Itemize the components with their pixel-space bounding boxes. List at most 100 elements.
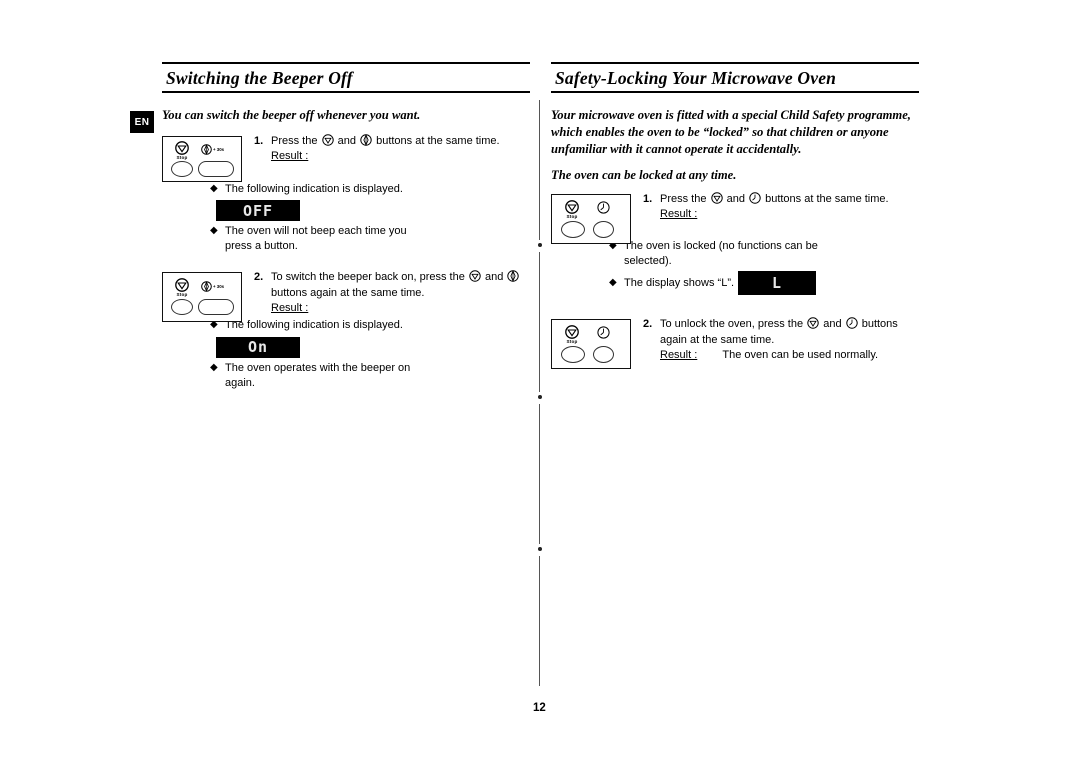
step-text-part-3: buttons at the same time.: [376, 134, 500, 147]
right-intro-text-1: Your microwave oven is fitted with a spe…: [551, 108, 911, 156]
stop-icon: [710, 192, 723, 204]
bullet-text: The display shows “L”.: [624, 276, 735, 289]
plus-30s-icon: + 30s: [201, 143, 225, 155]
plus-30s-button[interactable]: [198, 299, 234, 316]
page-title-right: Safety-Locking Your Microwave Oven: [555, 68, 837, 88]
bullet-item: ◆ The display shows “L”. L: [609, 271, 919, 296]
power-level-icon: [507, 270, 520, 283]
bullet-item: ◆ The following indication is displayed.: [210, 182, 530, 197]
column-divider: [537, 0, 543, 763]
step-instruction: Press the and buttons at the same time.: [271, 133, 530, 149]
step-text-part-1: Press the: [271, 134, 318, 147]
plus-30s-button[interactable]: [198, 160, 234, 177]
result-label: Result :: [271, 150, 309, 163]
step-text-part-2: and: [823, 318, 842, 331]
plus-30s-label: + 30s: [213, 146, 225, 152]
page-number: 12: [533, 702, 546, 714]
right-step-1: Stop 1. Press the and buttons at the sam…: [551, 192, 919, 296]
left-step-2: Stop + 30s 2. To switch the beeper back …: [162, 270, 530, 391]
power-level-icon: [360, 133, 372, 146]
lcd-text: On: [247, 338, 269, 357]
left-step-2-bullets: ◆ The following indication is displayed.…: [210, 318, 530, 391]
clock-button[interactable]: [593, 221, 614, 239]
stop-button[interactable]: [171, 160, 193, 177]
step-number: 2.: [643, 318, 653, 331]
bullet-item: ◆ The oven is locked (no functions can b…: [609, 239, 919, 269]
step-text-part-1: Press the: [660, 193, 707, 206]
right-step-1-body: 1. Press the and buttons at the same tim…: [643, 192, 919, 238]
stop-label: Stop: [566, 339, 578, 345]
plus-30s-icon: + 30s: [201, 281, 225, 293]
stop-label: Stop: [176, 154, 188, 160]
bullet-item: ◆ The following indication is displayed.: [210, 318, 530, 333]
clock-button[interactable]: [593, 346, 614, 364]
clock-icon: [845, 317, 858, 330]
stop-icon: [469, 270, 481, 283]
clock-icon: [597, 326, 610, 344]
stop-button[interactable]: [561, 221, 585, 239]
result-label: Result :: [660, 348, 698, 361]
right-intro-text-2: The oven can be locked at any time.: [551, 168, 737, 183]
language-badge: EN: [130, 111, 154, 133]
bullet-text: The following indication is displayed.: [225, 319, 403, 332]
step-text-part-1: To switch the beeper back on, press the: [271, 271, 465, 284]
step-text-part-3: buttons at the same time.: [765, 193, 889, 206]
diamond-bullet-icon: ◆: [210, 225, 218, 237]
stop-icon: [807, 317, 819, 330]
diamond-bullet-icon: ◆: [609, 277, 617, 289]
step-text-part-3: buttons again at the same time.: [271, 286, 425, 299]
bullet-text: The following indication is displayed.: [225, 182, 403, 195]
stop-label: Stop: [566, 214, 578, 220]
right-step-2: Stop 2. To unlock the oven, press the an…: [551, 317, 919, 370]
lcd-text: L: [772, 274, 783, 293]
left-step-1-body: 1. Press the and buttons at the same tim…: [254, 133, 530, 180]
lcd-display-on: On: [216, 336, 300, 358]
stop-button[interactable]: [561, 346, 585, 364]
lcd-display-locked: L: [738, 271, 817, 296]
step-instruction: To unlock the oven, press the and button…: [660, 317, 919, 347]
left-step-1: Stop + 30s 1. Press the and buttons at t…: [162, 133, 530, 255]
step-text-part-1: To unlock the oven, press the: [660, 318, 804, 331]
stop-icon: [321, 134, 334, 146]
bullet-text: The oven operates with the beeper on aga…: [225, 361, 411, 389]
lcd-display-off: OFF: [216, 200, 300, 222]
right-column: Safety-Locking Your Microwave Oven Your …: [551, 62, 919, 370]
result-label: Result :: [660, 208, 698, 221]
clock-icon: [749, 192, 761, 204]
step-text-part-2: and: [726, 193, 745, 206]
bullet-item: ◆ The oven will not beep each time you p…: [210, 224, 530, 254]
step-text-part-2: and: [337, 134, 356, 147]
clock-icon: [597, 201, 610, 219]
step-number: 1.: [643, 193, 653, 206]
control-panel-diagram-stop-clock: Stop: [551, 319, 631, 370]
diamond-bullet-icon: ◆: [210, 361, 218, 373]
stop-button-icon: Stop: [564, 325, 580, 345]
stop-button[interactable]: [171, 299, 193, 316]
right-step-1-bullets: ◆ The oven is locked (no functions can b…: [609, 239, 919, 296]
result-value: The oven can be used normally.: [722, 348, 879, 361]
page-title-left: Switching the Beeper Off: [166, 68, 353, 88]
lcd-text: OFF: [242, 201, 274, 220]
bullet-text: The oven will not beep each time you pre…: [225, 225, 407, 253]
plus-30s-label: + 30s: [213, 284, 225, 290]
control-panel-diagram-stop-plus30: Stop + 30s: [162, 135, 242, 182]
stop-button-icon: Stop: [174, 278, 190, 298]
diamond-bullet-icon: ◆: [210, 182, 218, 194]
left-column: Switching the Beeper Off You can switch …: [162, 62, 530, 397]
manual-page: EN Switching the Beeper Off You can swit…: [0, 0, 1080, 763]
left-step-1-bullets: ◆ The following indication is displayed.…: [210, 182, 530, 255]
control-panel-diagram-stop-clock: Stop: [551, 194, 631, 245]
control-panel-diagram-stop-plus30: Stop + 30s: [162, 272, 242, 323]
bullet-text: The oven is locked (no functions can be …: [624, 240, 818, 268]
left-section-heading: Switching the Beeper Off: [162, 62, 530, 94]
right-step-2-body: 2. To unlock the oven, press the and but…: [643, 317, 919, 363]
left-step-2-body: 2. To switch the beeper back on, press t…: [254, 270, 530, 316]
stop-button-icon: Stop: [564, 200, 580, 220]
step-instruction: To switch the beeper back on, press the …: [271, 270, 530, 300]
step-instruction: Press the and buttons at the same time.: [660, 192, 919, 207]
step-number: 2.: [254, 271, 264, 284]
step-text-part-2: and: [484, 271, 504, 284]
bullet-item: ◆ The oven operates with the beeper on a…: [210, 361, 530, 391]
result-label: Result :: [271, 301, 309, 314]
stop-button-icon: Stop: [174, 141, 190, 161]
